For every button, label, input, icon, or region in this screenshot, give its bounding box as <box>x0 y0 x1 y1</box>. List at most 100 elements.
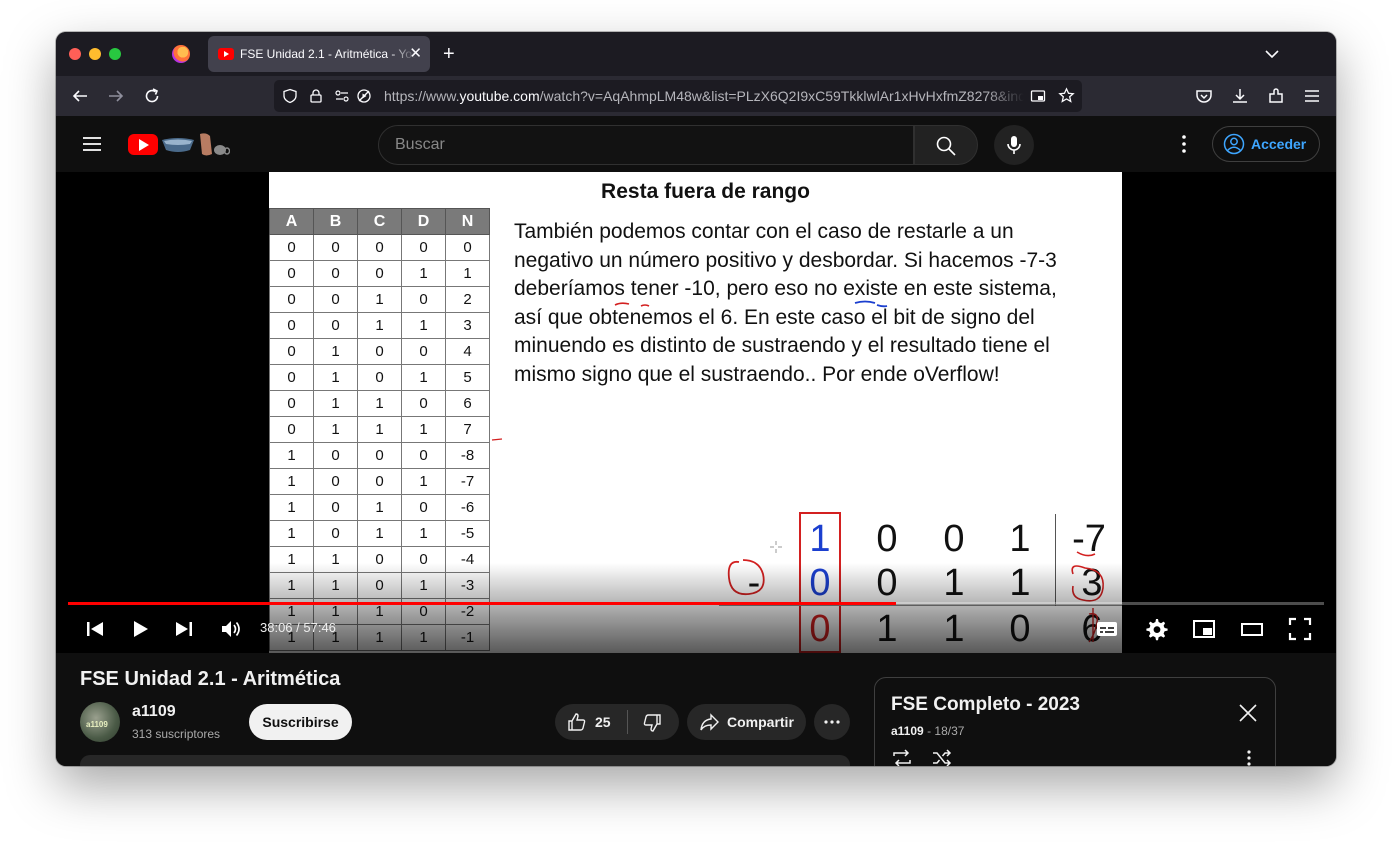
pocket-icon[interactable] <box>1194 86 1214 106</box>
thumbs-down-icon <box>643 714 661 732</box>
shuffle-playlist-icon[interactable] <box>931 748 953 766</box>
playlist-title[interactable]: FSE Completo - 2023 <box>891 694 1080 716</box>
back-arrow-icon[interactable] <box>70 86 90 106</box>
close-playlist-icon[interactable] <box>1237 702 1259 724</box>
playlist-more-vertical-icon[interactable] <box>1239 748 1259 766</box>
reload-icon[interactable] <box>142 86 162 106</box>
firefox-icon[interactable] <box>172 45 190 63</box>
bookmark-star-icon[interactable] <box>1058 87 1075 104</box>
channel-name[interactable]: a1109 <box>132 703 176 721</box>
guide-menu-icon[interactable] <box>80 132 104 156</box>
search-input[interactable] <box>395 136 875 154</box>
truth-table-row: 1 0 0 1 -7 <box>269 468 490 495</box>
search-button[interactable] <box>914 125 978 165</box>
miniplayer-icon[interactable] <box>1191 616 1217 642</box>
truth-table-row: 00102 <box>269 286 490 313</box>
downloads-icon[interactable] <box>1230 86 1250 106</box>
truth-table-cell: 4 <box>445 338 490 365</box>
youtube-logo-icon[interactable] <box>128 134 158 155</box>
playlist-owner[interactable]: a1109 <box>891 724 924 738</box>
video-player[interactable]: Resta fuera de rango ABCDN 0000000011001… <box>56 172 1336 653</box>
youtube-masthead: Acceder <box>56 116 1336 172</box>
new-tab-button[interactable]: + <box>443 42 455 66</box>
list-all-tabs-chevron-icon[interactable] <box>1262 44 1282 64</box>
tracking-protection-shield-icon[interactable] <box>282 88 298 104</box>
truth-table-cell: 0 <box>445 234 490 261</box>
truth-table-cell: 0 <box>313 312 358 339</box>
operation-row1-bit: 1 <box>1009 518 1031 560</box>
watch-metadata: FSE Unidad 2.1 - Aritmética a1109 a1109 … <box>56 653 1336 766</box>
sign-in-button[interactable]: Acceder <box>1212 126 1320 162</box>
minimize-window-button[interactable] <box>89 48 101 60</box>
time-display: 38:06 / 57:46 <box>260 620 336 635</box>
youtube-doodle-pottery-icon[interactable] <box>160 130 230 158</box>
autoplay-blocked-icon[interactable] <box>356 88 372 104</box>
url-bar[interactable]: https://www.youtube.com/watch?v=AqAhmpLM… <box>274 80 1082 112</box>
extensions-icon[interactable] <box>1266 86 1286 106</box>
play-icon[interactable] <box>127 616 153 642</box>
voice-search-button[interactable] <box>994 125 1034 165</box>
loop-playlist-icon[interactable] <box>891 748 913 766</box>
truth-table-row: 1 0 0 0 -8 <box>269 442 490 469</box>
youtube-favicon-icon <box>218 48 234 60</box>
truth-table-row: 01004 <box>269 338 490 365</box>
truth-table-row: 1 0 1 0 -6 <box>269 494 490 521</box>
next-video-icon[interactable] <box>171 616 197 642</box>
description-box[interactable] <box>80 755 850 766</box>
tab-close-icon[interactable]: ✕ <box>409 45 422 63</box>
truth-table-cell: 0 <box>313 234 358 261</box>
url-path: /watch?v=AqAhmpLM48w&list=PLzX6Q2I9xC59T… <box>539 88 1024 104</box>
more-actions-button[interactable] <box>814 704 850 740</box>
truth-table-header: N <box>445 208 490 235</box>
truth-table-cell: 1 <box>357 390 402 417</box>
truth-table-row: 01117 <box>269 416 490 443</box>
truth-table-header: D <box>401 208 446 235</box>
subtitles-icon[interactable] <box>1094 616 1120 642</box>
truth-table-cell: 0 <box>401 338 446 365</box>
like-count: 25 <box>595 714 611 730</box>
truth-table-row: 01015 <box>269 364 490 391</box>
truth-table-cell: 0 <box>357 234 402 261</box>
subscribe-button[interactable]: Suscribirse <box>249 704 352 740</box>
lock-icon[interactable] <box>308 88 324 104</box>
forward-arrow-icon[interactable] <box>106 86 126 106</box>
share-arrow-icon <box>700 713 719 731</box>
like-button[interactable]: 25 <box>555 704 627 740</box>
progress-bar-played[interactable] <box>68 602 896 605</box>
truth-table-cell: -6 <box>445 494 490 521</box>
previous-video-icon[interactable] <box>82 616 108 642</box>
sign-in-label: Acceder <box>1251 136 1307 152</box>
fullscreen-icon[interactable] <box>1287 616 1313 642</box>
maximize-window-button[interactable] <box>109 48 121 60</box>
picture-in-picture-url-icon[interactable] <box>1030 88 1046 104</box>
close-window-button[interactable] <box>69 48 81 60</box>
volume-icon[interactable] <box>218 616 244 642</box>
truth-table-cell: 0 <box>313 260 358 287</box>
account-circle-icon <box>1223 133 1245 155</box>
truth-table-cell: 0 <box>313 442 358 469</box>
app-menu-hamburger-icon[interactable] <box>1302 86 1322 106</box>
truth-table-cell: 0 <box>269 416 314 443</box>
truth-table-cell: 0 <box>269 234 314 261</box>
truth-table-cell: 0 <box>269 260 314 287</box>
channel-avatar[interactable]: a1109 <box>80 702 120 742</box>
settings-more-vertical-icon[interactable] <box>1172 132 1196 156</box>
truth-table-cell: 1 <box>357 312 402 339</box>
slide-title: Resta fuera de rango <box>601 180 810 203</box>
tab-youtube[interactable]: FSE Unidad 2.1 - Aritmética - YouTube ✕ <box>208 36 430 72</box>
truth-table-cell: 0 <box>401 286 446 313</box>
truth-table-cell: 1 <box>357 286 402 313</box>
permissions-icon[interactable] <box>334 88 350 104</box>
truth-table-cell: 1 <box>269 468 314 495</box>
truth-table-cell: 0 <box>357 260 402 287</box>
truth-table-cell: 1 <box>269 520 314 547</box>
truth-table-cell: 2 <box>445 286 490 313</box>
truth-table-cell: 0 <box>357 442 402 469</box>
share-button[interactable]: Compartir <box>687 704 806 740</box>
truth-table-cell: 1 <box>401 416 446 443</box>
dislike-button[interactable] <box>628 704 679 740</box>
search-icon <box>936 136 956 156</box>
settings-gear-icon[interactable] <box>1143 616 1169 642</box>
theater-mode-icon[interactable] <box>1239 616 1265 642</box>
truth-table-cell: 1 <box>401 364 446 391</box>
